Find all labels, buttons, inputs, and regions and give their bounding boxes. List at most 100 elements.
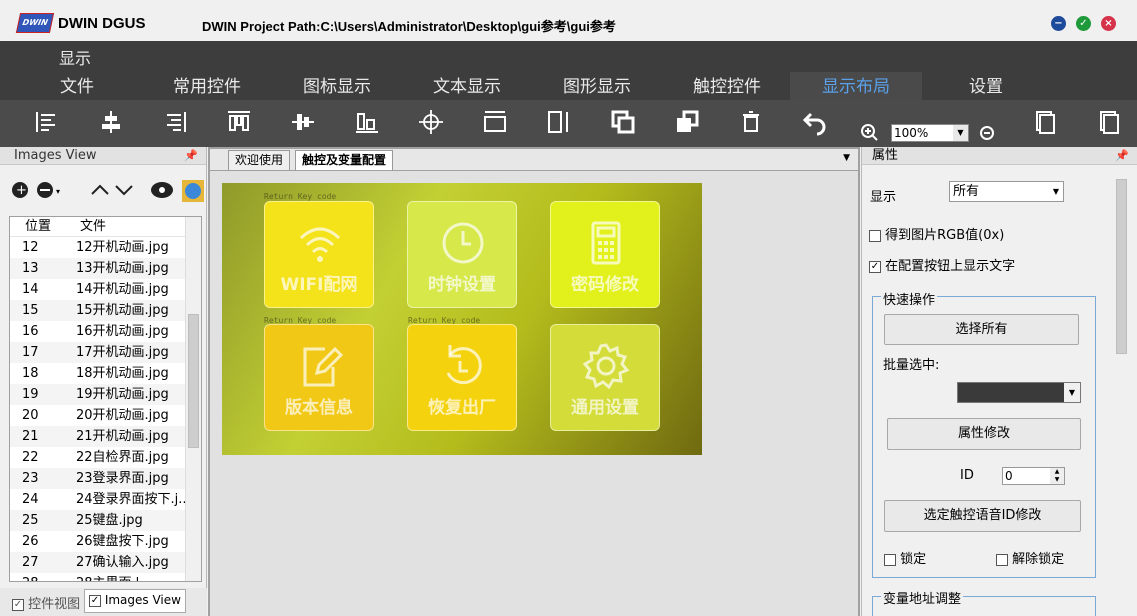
dwin-logo-icon: DWIN [15,13,55,33]
list-item[interactable]: 24 24登录界面按下.j... [10,489,201,510]
canvas[interactable]: Return Key code Return Key code Return K… [210,171,858,616]
list-item[interactable]: 17 17开机动画.jpg [10,342,201,363]
same-height-icon[interactable] [545,108,573,136]
image-list: 位置 文件 12 12开机动画.jpg 13 13开机动画.jpg 14 14开机动画.j… [9,216,202,582]
tab-file[interactable]: 文件 [42,72,112,100]
minimize-icon[interactable]: − [1051,16,1066,31]
chevron-down-icon: ▼ [1064,383,1080,402]
align-top-icon[interactable] [225,108,253,136]
pin-icon[interactable]: 📌 [1115,149,1129,162]
quick-ops-title: 快速操作 [881,289,938,308]
tab-text-display[interactable]: 文本显示 [418,72,516,100]
move-icon[interactable] [417,108,445,136]
rgb-checkbox[interactable]: 得到图片RGB值(0x) [869,224,1004,243]
tab-graphic-display[interactable]: 图形显示 [548,72,646,100]
delete-icon[interactable] [737,108,765,136]
row-file: 21开机动画.jpg [76,429,169,444]
align-middle-icon[interactable] [289,108,317,136]
align-center-icon[interactable] [97,108,125,136]
tabs-dropdown-icon[interactable]: ▼ [843,153,850,163]
row-file: 18开机动画.jpg [76,366,169,381]
document-tabs: 欢迎使用 触控及变量配置 ▼ [210,149,858,170]
list-scrollbar[interactable] [185,217,201,581]
row-position: 22 [22,450,39,465]
tile-clock[interactable]: 时钟设置 [407,201,517,308]
list-item[interactable]: 22 22自检界面.jpg [10,447,201,468]
col-position[interactable]: 位置 [25,217,51,237]
list-item[interactable]: 16 16开机动画.jpg [10,321,201,342]
bring-front-icon[interactable] [609,108,637,136]
pin-icon[interactable]: 📌 [184,149,198,162]
undo-icon[interactable] [801,108,829,136]
row-position: 15 [22,303,39,318]
scroll-thumb[interactable] [188,314,199,448]
stepper-icon[interactable]: ▲ ▼ [1050,468,1064,484]
tile-label: 通用设置 [571,398,639,418]
list-item[interactable]: 25 25键盘.jpg [10,510,201,531]
col-file[interactable]: 文件 [80,217,106,237]
list-item[interactable]: 20 20开机动画.jpg [10,405,201,426]
row-position: 20 [22,408,39,423]
tab-touch-controls[interactable]: 触控控件 [678,72,776,100]
list-item[interactable]: 23 23登录界面.jpg [10,468,201,489]
tile-reset[interactable]: 恢复出厂 [407,324,517,431]
align-left-icon[interactable] [33,108,61,136]
row-file: 28主界面.l [76,573,139,581]
tile-version[interactable]: 版本信息 [264,324,374,431]
voice-id-modify-button[interactable]: 选定触控语音ID修改 [884,500,1081,532]
return-key-tag: Return Key code [264,192,337,201]
close-icon[interactable]: × [1101,16,1116,31]
id-input[interactable]: 0 ▲ ▼ [1002,467,1065,485]
tab-settings[interactable]: 设置 [946,72,1026,100]
clock-icon [442,222,484,264]
tab-icon-display[interactable]: 图标显示 [288,72,386,100]
list-item[interactable]: 19 19开机动画.jpg [10,384,201,405]
tile-password[interactable]: 密码修改 [550,201,660,308]
select-all-button[interactable]: 选择所有 [884,314,1079,345]
checkbox-icon: ✓ [89,594,101,607]
align-right-icon[interactable] [161,108,189,136]
tab-touch-var-config[interactable]: 触控及变量配置 [295,150,394,170]
same-width-icon[interactable] [481,108,509,136]
tile-general[interactable]: 通用设置 [550,324,660,431]
align-bottom-icon[interactable] [353,108,381,136]
display-filter-select[interactable]: 所有 ▼ [949,181,1064,202]
chevron-down-icon: ▼ [1052,187,1059,196]
project-path: DWIN Project Path:C:\Users\Administrator… [202,19,616,34]
zoom-out-icon[interactable] [978,124,996,142]
properties-scrollbar[interactable] [1114,167,1130,616]
tab-display-layout[interactable]: 显示布局 [790,72,922,100]
list-item[interactable]: 21 21开机动画.jpg [10,426,201,447]
list-item[interactable]: 28 28主界面.l [10,573,201,581]
list-item[interactable]: 12 12开机动画.jpg [10,237,201,258]
modify-attr-button[interactable]: 属性修改 [887,418,1081,450]
tile-wifi[interactable]: WIFI配网 [264,201,374,308]
tab-control-view[interactable]: ✓ 控件视图 [12,593,80,612]
show-text-checkbox[interactable]: ✓ 在配置按钮上显示文字 [869,255,1015,274]
tab-images-view[interactable]: ✓ Images View [84,589,186,613]
batch-select[interactable]: ▼ [957,382,1081,403]
app-name: DWIN DGUS [58,15,146,32]
scroll-thumb[interactable] [1116,179,1127,354]
send-back-icon[interactable] [673,108,701,136]
list-item[interactable]: 13 13开机动画.jpg [10,258,201,279]
unlock-checkbox[interactable]: 解除锁定 [996,548,1064,567]
maximize-icon[interactable]: ✓ [1076,16,1091,31]
screen-preview[interactable]: Return Key code Return Key code Return K… [222,183,702,455]
zoom-select[interactable]: 100% ▼ [891,124,969,142]
list-item[interactable]: 14 14开机动画.jpg [10,279,201,300]
tile-label: 密码修改 [571,275,639,295]
list-item[interactable]: 15 15开机动画.jpg [10,300,201,321]
paste-icon[interactable] [1095,108,1123,136]
zoom-in-icon[interactable] [860,123,878,141]
gear-icon [582,343,630,390]
lock-checkbox[interactable]: 锁定 [884,548,926,567]
tab-common-controls[interactable]: 常用控件 [158,72,256,100]
list-item[interactable]: 18 18开机动画.jpg [10,363,201,384]
copy-icon[interactable] [1031,108,1059,136]
list-item[interactable]: 26 26键盘按下.jpg [10,531,201,552]
tab-welcome[interactable]: 欢迎使用 [228,150,291,170]
row-position: 25 [22,513,39,528]
list-item[interactable]: 27 27确认输入.jpg [10,552,201,573]
row-position: 28 [22,573,39,581]
